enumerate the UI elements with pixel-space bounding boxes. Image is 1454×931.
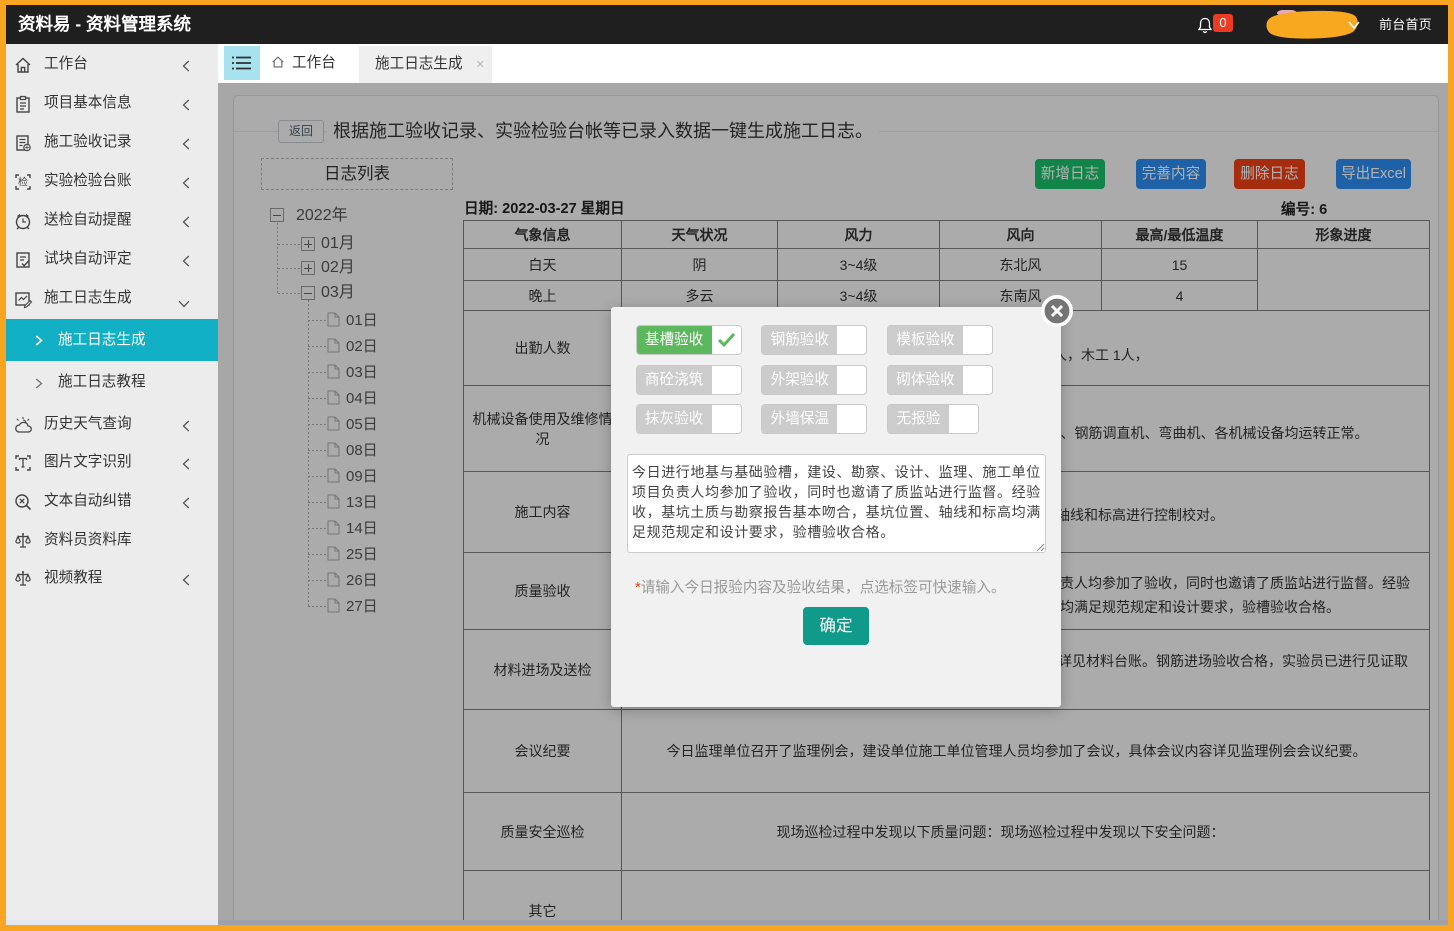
svg-text:检: 检 — [18, 176, 28, 189]
